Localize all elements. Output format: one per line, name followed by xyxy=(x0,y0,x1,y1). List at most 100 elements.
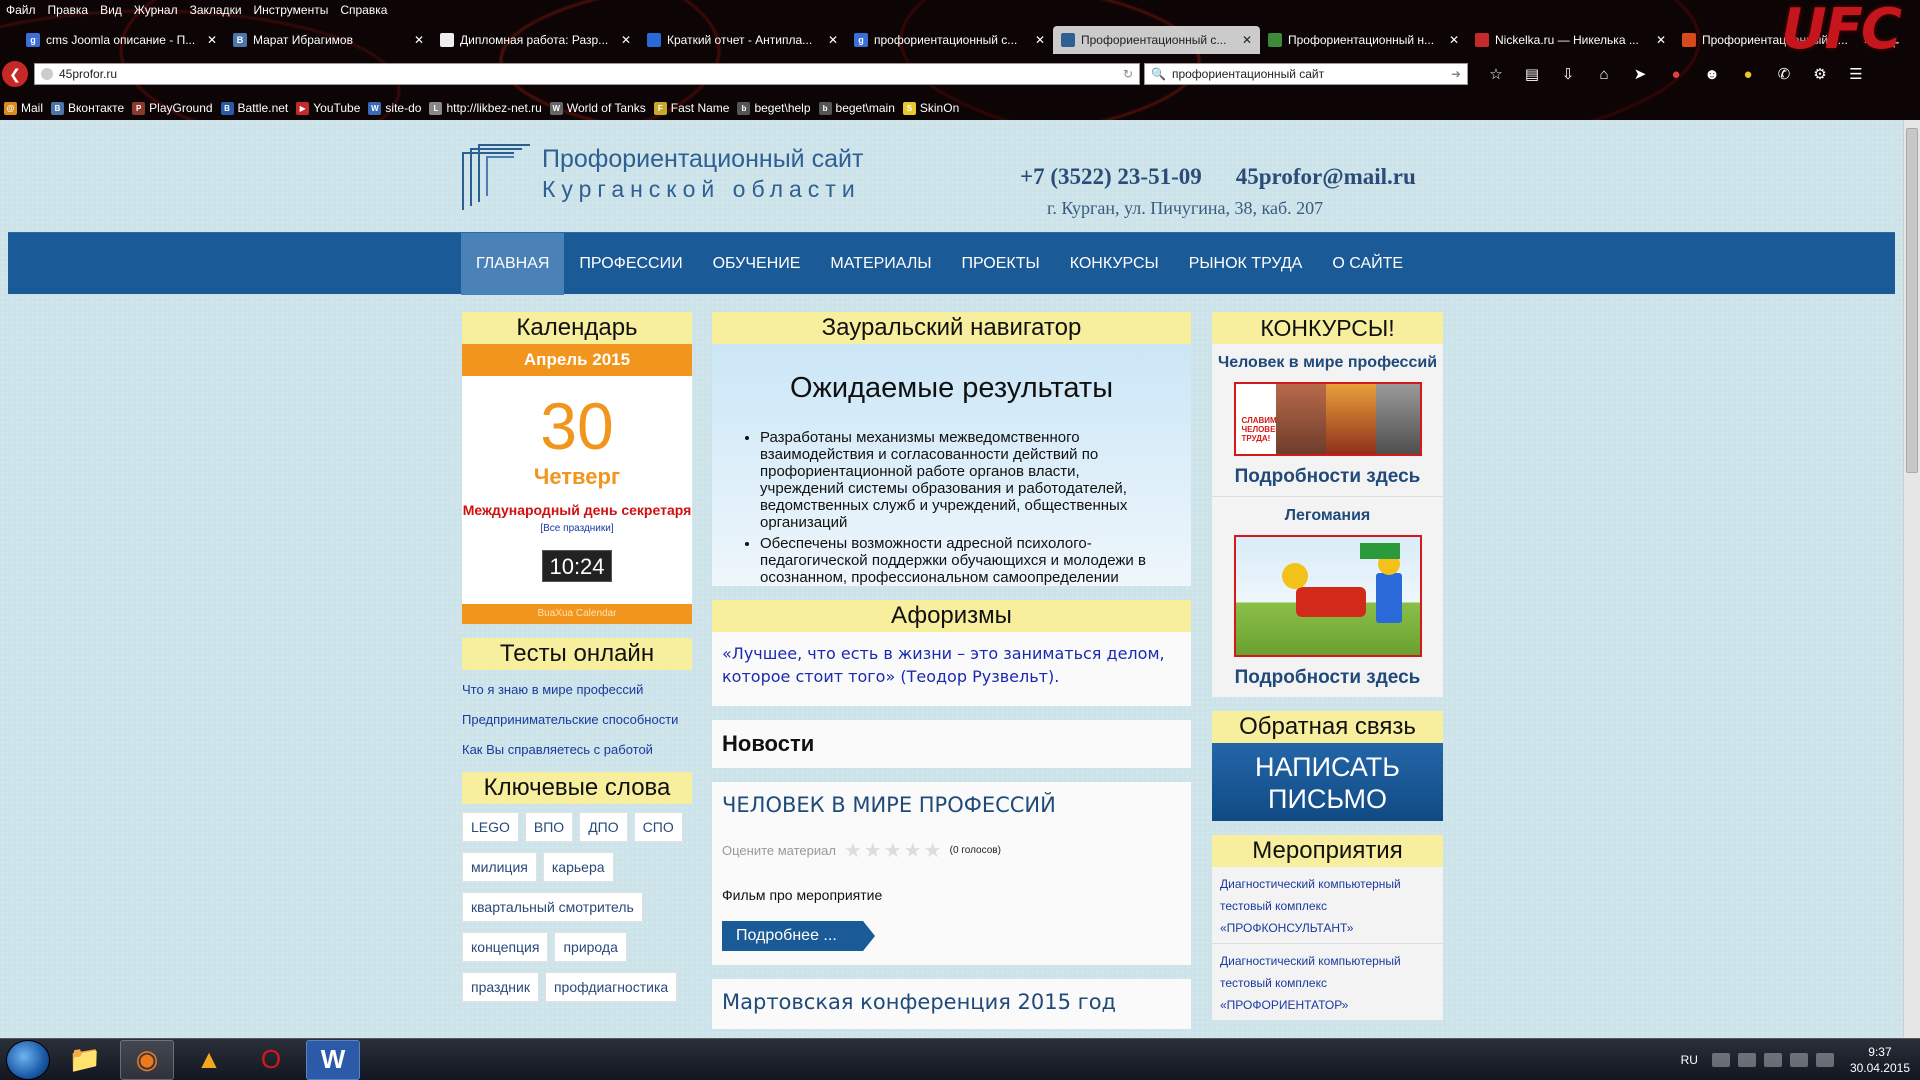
nav-item[interactable]: Проекты xyxy=(946,233,1054,295)
tray-icon[interactable] xyxy=(1763,1053,1782,1067)
clock[interactable]: 9:37 30.04.2015 xyxy=(1850,1044,1910,1076)
keyword-tag[interactable]: концепция xyxy=(462,932,549,962)
bookmark-item[interactable]: B Вконтакте xyxy=(51,101,124,115)
network-icon[interactable] xyxy=(1789,1053,1808,1067)
article-title[interactable]: Мартовская конференция 2015 год xyxy=(722,989,1181,1015)
home-icon[interactable]: ⌂ xyxy=(1586,66,1622,83)
nav-item[interactable]: Главная xyxy=(461,233,565,295)
bookmark-star-icon[interactable]: ☆ xyxy=(1478,65,1514,83)
opera-icon[interactable]: O xyxy=(244,1040,298,1080)
tray-icon[interactable] xyxy=(1737,1053,1756,1067)
tab-close-icon[interactable]: ✕ xyxy=(1035,33,1045,47)
nav-item[interactable]: Профессии xyxy=(564,233,697,295)
tab-close-icon[interactable]: ✕ xyxy=(414,33,424,47)
all-holidays-link[interactable]: [Все праздники] xyxy=(462,523,692,534)
nav-item[interactable]: Обучение xyxy=(698,233,816,295)
contest-more-link[interactable]: Подробности здесь xyxy=(1212,466,1443,497)
nav-item[interactable]: Рынок труда xyxy=(1174,233,1318,295)
menu-item[interactable]: Журнал xyxy=(134,3,178,17)
volume-icon[interactable] xyxy=(1815,1053,1834,1067)
contest-more-link[interactable]: Подробности здесь xyxy=(1212,667,1443,697)
contest-name[interactable]: Человек в мире профессий xyxy=(1212,354,1443,372)
site-logo[interactable]: Профориентационный сайт Курганской облас… xyxy=(462,144,902,214)
url-bar[interactable]: 45profor.ru ↻ xyxy=(34,63,1140,85)
keyword-tag[interactable]: карьера xyxy=(542,852,614,882)
keyword-tag[interactable]: профдиагностика xyxy=(544,972,678,1002)
bookmark-item[interactable]: S SkinOn xyxy=(902,101,959,115)
browser-tab[interactable]: g cms Joomla описание - П... ✕ xyxy=(18,26,225,54)
menu-item[interactable]: Правка xyxy=(48,3,89,17)
keyword-tag[interactable]: природа xyxy=(554,932,627,962)
tray-icon[interactable] xyxy=(1711,1053,1730,1067)
star-icon[interactable]: ★ xyxy=(864,840,884,862)
contest-banner-image[interactable]: СЛАВИМ ЧЕЛОВЕКА ТРУДА! xyxy=(1233,382,1422,456)
nav-item[interactable]: Материалы xyxy=(815,233,946,295)
bookmark-item[interactable]: W World of Tanks xyxy=(549,101,646,115)
page-scrollbar[interactable] xyxy=(1903,120,1920,1038)
test-link[interactable]: Предпринимательские способности xyxy=(462,712,692,728)
tab-close-icon[interactable]: ✕ xyxy=(621,33,631,47)
start-button[interactable] xyxy=(6,1039,50,1080)
scrollbar-thumb[interactable] xyxy=(1906,128,1918,473)
browser-tab[interactable]: Профориентационный с... ✕ xyxy=(1053,26,1260,54)
firefox-icon[interactable]: ◉ xyxy=(120,1039,174,1080)
star-icon[interactable]: ★ xyxy=(844,840,864,862)
search-engine-icon[interactable]: 🔍 xyxy=(1151,67,1166,81)
bookmark-item[interactable]: Wsite-do xyxy=(368,101,421,115)
menu-item[interactable]: Справка xyxy=(340,3,387,17)
bookmark-item[interactable]: ▶ YouTube xyxy=(296,101,360,115)
site-identity-icon[interactable] xyxy=(41,68,53,80)
keyword-tag[interactable]: ДПО xyxy=(579,812,628,842)
browser-tab[interactable]: Краткий отчет - Антипла... ✕ xyxy=(639,26,846,54)
tools-icon[interactable]: ⚙ xyxy=(1802,65,1838,83)
download-icon[interactable]: ⇩ xyxy=(1550,65,1586,83)
menu-item[interactable]: Инструменты xyxy=(254,3,329,17)
rating-stars[interactable]: ★★★★★ xyxy=(844,838,944,863)
search-go-icon[interactable]: ➜ xyxy=(1451,67,1461,81)
event-link[interactable]: Диагностический компьютерный тестовый ко… xyxy=(1212,867,1443,944)
keyword-tag[interactable]: квартальный смотритель xyxy=(462,892,643,922)
menu-item[interactable]: Вид xyxy=(100,3,122,17)
browser-tab[interactable]: Nickelka.ru — Никелька ... ✕ xyxy=(1467,26,1674,54)
search-bar[interactable]: 🔍 профориентационный сайт ➜ xyxy=(1144,63,1468,85)
nav-item[interactable]: О сайте xyxy=(1317,233,1418,295)
tab-close-icon[interactable]: ✕ xyxy=(828,33,838,47)
app-icon[interactable]: ▲ xyxy=(182,1040,236,1080)
keyword-tag[interactable]: милиция xyxy=(462,852,537,882)
send-icon[interactable]: ➤ xyxy=(1622,65,1658,83)
event-link[interactable]: Диагностический компьютерный тестовый ко… xyxy=(1212,944,1443,1020)
keyword-tag[interactable]: праздник xyxy=(462,972,539,1002)
tab-close-icon[interactable]: ✕ xyxy=(1449,33,1459,47)
lego-banner-image[interactable] xyxy=(1233,535,1422,657)
nav-item[interactable]: Конкурсы xyxy=(1055,233,1174,295)
chat-icon[interactable]: ☻ xyxy=(1694,66,1730,83)
calendar-footer[interactable]: BuaXua Calendar xyxy=(462,604,692,624)
tab-close-icon[interactable]: ✕ xyxy=(1656,33,1666,47)
star-icon[interactable]: ★ xyxy=(884,840,904,862)
contest-name[interactable]: Легомания xyxy=(1212,507,1443,525)
language-indicator[interactable]: RU xyxy=(1681,1053,1698,1067)
menu-item[interactable]: Файл xyxy=(6,3,36,17)
star-icon[interactable]: ★ xyxy=(924,840,944,862)
bookmark-item[interactable]: b beget\main xyxy=(818,101,895,115)
reader-icon[interactable]: ▤ xyxy=(1514,65,1550,83)
word-icon[interactable]: W xyxy=(306,1039,360,1080)
bookmark-item[interactable]: b beget\help xyxy=(737,101,811,115)
keyword-tag[interactable]: СПО xyxy=(633,812,683,842)
reload-icon[interactable]: ↻ xyxy=(1123,67,1133,81)
keyword-tag[interactable]: ВПО xyxy=(524,812,574,842)
menu-icon[interactable]: ☰ xyxy=(1838,65,1874,83)
menu-item[interactable]: Закладки xyxy=(190,3,242,17)
bookmark-item[interactable]: B Battle.net xyxy=(220,101,288,115)
browser-tab[interactable]: Профориентационный н... ✕ xyxy=(1260,26,1467,54)
bookmark-item[interactable]: @ Mail xyxy=(4,101,43,115)
star-icon[interactable]: ★ xyxy=(904,840,924,862)
test-link[interactable]: Что я знаю в мире профессий xyxy=(462,682,692,698)
article-title[interactable]: ЧЕЛОВЕК В МИРЕ ПРОФЕССИЙ xyxy=(722,792,1181,818)
explorer-icon[interactable]: 📁 xyxy=(58,1040,112,1080)
browser-tab[interactable]: g профориентационный с... ✕ xyxy=(846,26,1053,54)
browser-tab[interactable]: Дипломная работа: Разр... ✕ xyxy=(432,26,639,54)
write-letter-button[interactable]: НАПИСАТЬ ПИСЬМО xyxy=(1212,743,1443,821)
browser-tab[interactable]: B Марат Ибрагимов ✕ xyxy=(225,26,432,54)
adblock-icon[interactable]: ● xyxy=(1658,66,1694,83)
